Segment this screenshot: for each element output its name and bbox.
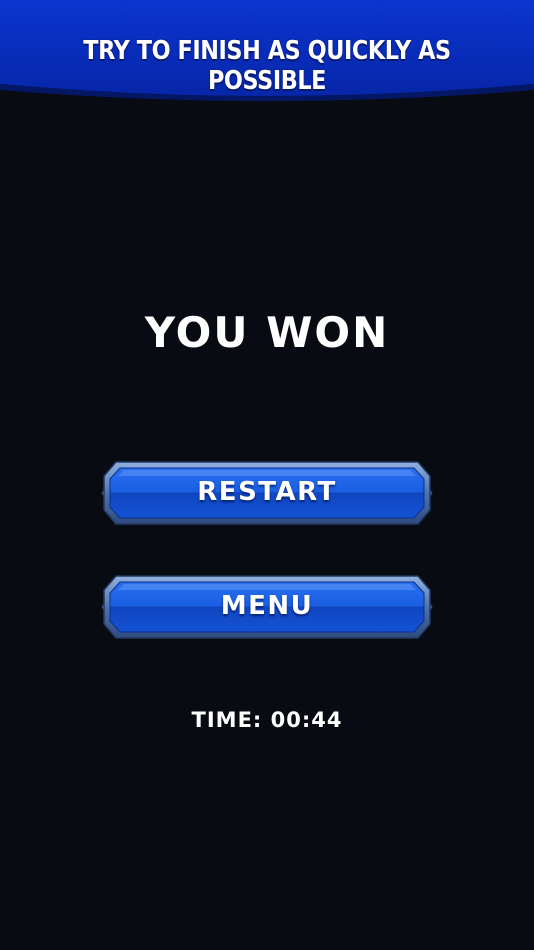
menu-button-label: MENU: [220, 591, 314, 621]
restart-button[interactable]: RESTART: [94, 460, 440, 526]
elapsed-time: TIME: 00:44: [191, 708, 343, 732]
restart-button-label: RESTART: [197, 477, 337, 507]
result-title: YOU WON: [144, 308, 390, 357]
banner-text: TRY TO FINISH AS QUICKLY AS POSSIBLE: [83, 36, 451, 96]
game-over-screen: TRY TO FINISH AS QUICKLY AS POSSIBLE YOU…: [0, 0, 534, 950]
top-banner: TRY TO FINISH AS QUICKLY AS POSSIBLE: [0, 0, 534, 104]
menu-button[interactable]: MENU: [94, 574, 440, 640]
